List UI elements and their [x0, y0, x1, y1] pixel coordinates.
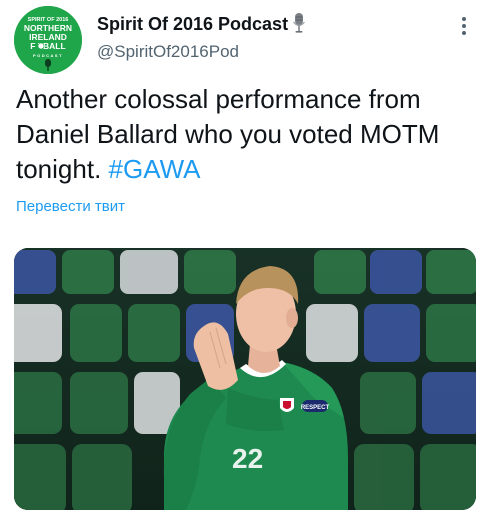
tweet-body: Another colossal performance from Daniel… — [16, 84, 440, 184]
avatar[interactable]: SPIRIT OF 2016 NORTHERN IRELAND F TBALL … — [14, 6, 82, 74]
avatar-line-5: PODCAST — [33, 53, 63, 58]
tweet-media-image[interactable]: RESPECT 22 — [14, 248, 476, 510]
translate-tweet-link[interactable]: Перевести твит — [16, 198, 125, 215]
respect-patch-icon: RESPECT — [301, 400, 330, 412]
jersey-number: 22 — [232, 443, 263, 474]
microphone-icon — [292, 13, 306, 38]
display-name[interactable]: Spirit Of 2016 Podcast — [97, 13, 306, 38]
avatar-line-4: F TBALL — [30, 41, 65, 51]
display-name-text: Spirit Of 2016 Podcast — [97, 14, 289, 34]
hashtag-link[interactable]: #GAWA — [109, 154, 201, 184]
more-options-button[interactable] — [452, 12, 476, 40]
sleeve-patch-text: RESPECT — [301, 405, 330, 411]
handle[interactable]: @SpiritOf2016Pod — [97, 42, 239, 62]
more-options-icon — [462, 17, 466, 35]
team-crest-icon — [280, 398, 294, 412]
tweet-text: Another colossal performance from Daniel… — [16, 82, 476, 187]
football-icon — [37, 42, 45, 50]
